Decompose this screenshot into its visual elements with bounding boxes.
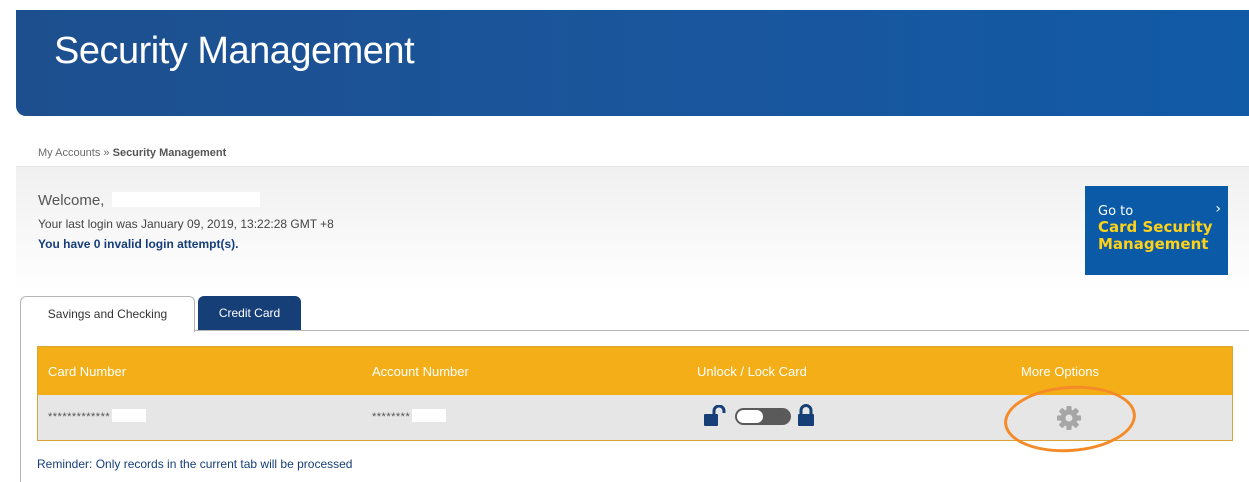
welcome-greeting-text: Welcome, (38, 192, 105, 209)
card-number-cell: ************* (48, 409, 147, 423)
card-table: Card Number Account Number Unlock / Lock… (37, 346, 1233, 441)
column-header-card-number: Card Number (48, 364, 127, 379)
account-number-masked: ******** (372, 411, 411, 423)
breadcrumb-separator: » (103, 147, 110, 159)
welcome-greeting: Welcome, (38, 192, 261, 209)
welcome-panel: Welcome, Your last login was January 09,… (16, 166, 1249, 292)
card-security-management-button[interactable]: Go to › Card Security Management (1085, 186, 1228, 275)
card-button-title-line1: Card Security (1098, 218, 1213, 236)
breadcrumb-current: Security Management (112, 147, 227, 159)
breadcrumb: My Accounts » Security Management (38, 147, 226, 159)
table-header: Card Number Account Number Unlock / Lock… (38, 347, 1232, 395)
tab-credit-card[interactable]: Credit Card (198, 296, 301, 330)
redacted-card-digits (112, 409, 147, 422)
lock-toggle-group (703, 403, 833, 431)
tab-savings-and-checking[interactable]: Savings and Checking (20, 296, 195, 332)
table-row: ************* ******** (38, 395, 1232, 440)
card-number-masked: ************* (48, 411, 111, 423)
redacted-account-digits (412, 409, 447, 422)
chevron-right-icon: › (1215, 201, 1221, 217)
reminder-text: Reminder: Only records in the current ta… (37, 457, 353, 471)
column-header-account-number: Account Number (372, 364, 469, 379)
last-login-text: Your last login was January 09, 2019, 13… (38, 217, 334, 231)
invalid-attempts-text: You have 0 invalid login attempt(s). (38, 237, 239, 251)
gear-icon[interactable] (1055, 404, 1083, 432)
column-header-lock-card: Unlock / Lock Card (697, 364, 807, 379)
redacted-user-name (112, 192, 261, 207)
breadcrumb-link-my-accounts[interactable]: My Accounts (38, 147, 100, 159)
unlock-icon (704, 405, 726, 426)
card-button-goto-text: Go to (1098, 204, 1134, 219)
page-banner: Security Management (16, 10, 1249, 116)
toggle-knob (737, 410, 763, 423)
account-number-cell: ******** (372, 409, 447, 423)
page-title: Security Management (54, 30, 415, 72)
column-header-more-options: More Options (1021, 364, 1100, 379)
card-button-title-line2: Management (1098, 235, 1209, 253)
lock-card-toggle[interactable] (735, 408, 791, 425)
lock-icon (798, 404, 814, 426)
